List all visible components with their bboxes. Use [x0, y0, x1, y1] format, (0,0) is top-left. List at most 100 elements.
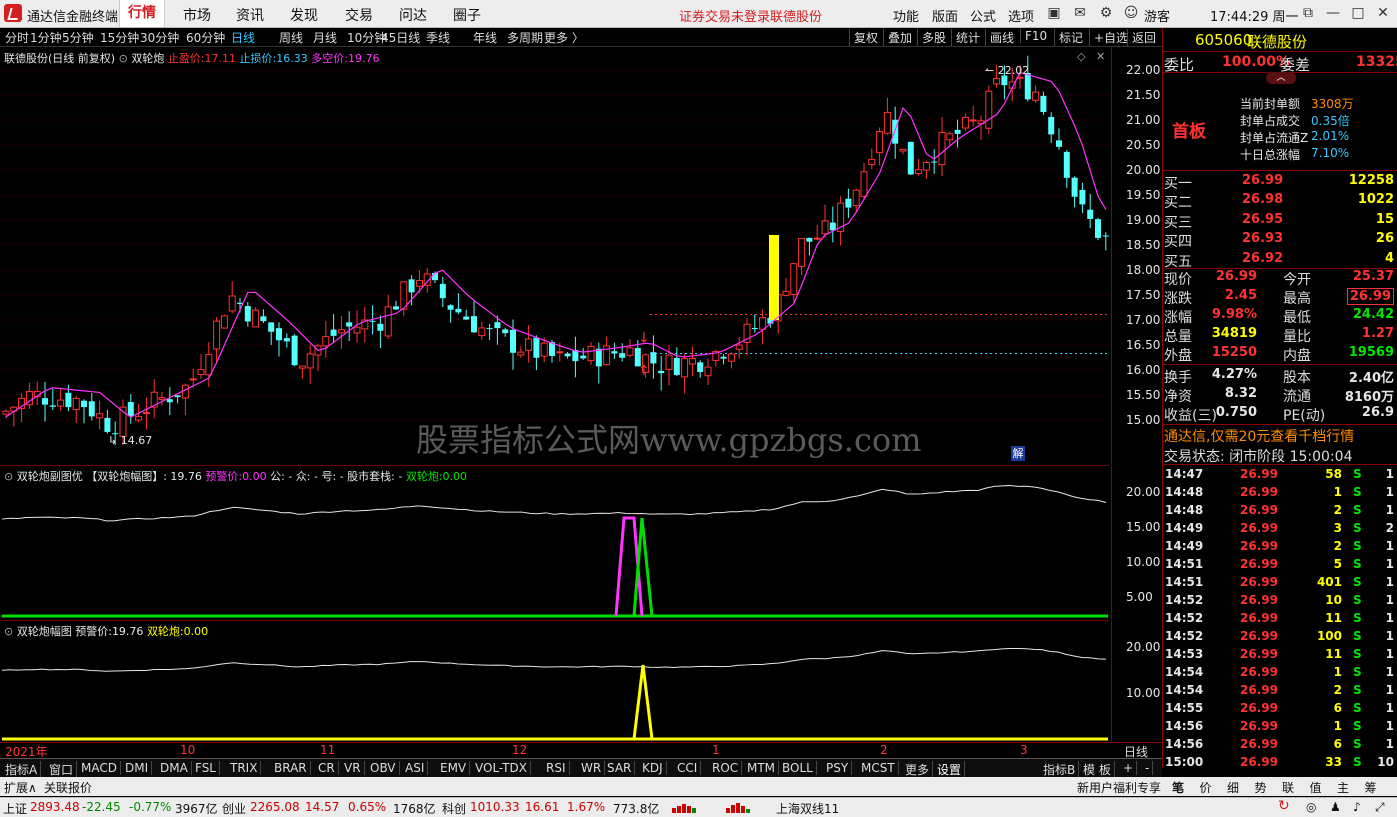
toolbar-action-2[interactable]: 多股: [917, 29, 946, 46]
panel-tab-0[interactable]: 笔: [1172, 779, 1184, 796]
indicator-tab-24[interactable]: 更多: [902, 761, 934, 778]
indicator-right-1[interactable]: 模 板: [1080, 761, 1115, 778]
period-5[interactable]: 60分钟: [186, 29, 225, 46]
sub-chart-1[interactable]: [0, 466, 1110, 620]
restore-icon[interactable]: ⧉: [1297, 2, 1319, 24]
period-13[interactable]: 多周期: [507, 29, 543, 46]
period-4[interactable]: 30分钟: [140, 29, 179, 46]
menu-function[interactable]: 功能: [893, 6, 919, 25]
sub1-title[interactable]: 双轮炮副图优: [17, 470, 83, 483]
globe-icon[interactable]: ◎: [1306, 800, 1316, 814]
indicator-tab-16[interactable]: SAR: [604, 761, 636, 775]
indicator-tab-5[interactable]: FSL: [192, 761, 220, 775]
period-12[interactable]: 年线: [473, 29, 497, 46]
period-0[interactable]: 分时: [5, 29, 29, 46]
indicator-tab-22[interactable]: PSY: [823, 761, 853, 775]
period-6[interactable]: 日线: [231, 29, 255, 46]
close-icon[interactable]: ✕: [1372, 2, 1394, 24]
indicator-tab-0[interactable]: 指标A: [2, 761, 42, 778]
user-name[interactable]: 游客: [1144, 6, 1170, 25]
toolbar-action-3[interactable]: 统计: [951, 29, 980, 46]
menu-layout[interactable]: 版面: [932, 6, 958, 25]
mail-icon[interactable]: ✉: [1069, 2, 1091, 24]
diamond-icon[interactable]: ◇: [1077, 50, 1085, 63]
settings-dot-icon[interactable]: ⊙: [4, 625, 13, 638]
sub2-title[interactable]: 双轮炮幅图: [17, 625, 72, 638]
nav-trade[interactable]: 交易: [345, 5, 373, 25]
indicator-tab-7[interactable]: BRAR: [271, 761, 311, 775]
indicator-tab-13[interactable]: VOL-TDX: [472, 761, 531, 775]
toolbar-action-4[interactable]: 画线: [985, 29, 1014, 46]
new-user-link[interactable]: 新用户福利专享: [1077, 779, 1161, 796]
indicator-tab-18[interactable]: CCI: [674, 761, 702, 775]
candlestick-chart[interactable]: ↓ ↑ ↼ 22.02 ↳ 14.67: [0, 47, 1110, 465]
indicator-tab-25[interactable]: 设置: [934, 761, 966, 778]
menu-formula[interactable]: 公式: [970, 6, 996, 25]
settings-dot-icon[interactable]: ⊙: [4, 470, 13, 483]
kc-index-label[interactable]: 科创: [442, 800, 466, 817]
nav-circle[interactable]: 圈子: [453, 5, 481, 25]
indicator-tab-9[interactable]: VR: [341, 761, 365, 775]
settings-dot-icon[interactable]: ⊙: [119, 52, 128, 65]
indicator-tab-12[interactable]: EMV: [437, 761, 471, 775]
indicator-tab-8[interactable]: CR: [315, 761, 339, 775]
settings-icon[interactable]: ⚙: [1095, 2, 1117, 24]
period-8[interactable]: 月线: [313, 29, 337, 46]
indicator-right-3[interactable]: -: [1142, 761, 1154, 775]
unlock-badge[interactable]: 解: [1011, 446, 1025, 461]
period-3[interactable]: 15分钟: [100, 29, 139, 46]
indicator-tab-4[interactable]: DMA: [157, 761, 192, 775]
collapse-chevron-icon[interactable]: ︿: [1266, 72, 1296, 84]
indicator-right-0[interactable]: 指标B: [1040, 761, 1080, 778]
indicator-tab-6[interactable]: TRIX: [227, 761, 262, 775]
toolbar-action-6[interactable]: 标记: [1054, 29, 1083, 46]
period-10[interactable]: 45日线: [381, 29, 420, 46]
toolbar-action-7[interactable]: +自选: [1089, 29, 1128, 46]
panel-tab-6[interactable]: 主: [1337, 779, 1349, 796]
nav-ask[interactable]: 问达: [399, 5, 427, 25]
indicator-tab-15[interactable]: WR: [578, 761, 606, 775]
panel-tab-2[interactable]: 细: [1227, 779, 1239, 796]
cy-index-label[interactable]: 创业: [222, 800, 246, 817]
panel-tab-3[interactable]: 势: [1255, 779, 1267, 796]
period-2[interactable]: 5分钟: [62, 29, 94, 46]
indicator-tab-11[interactable]: ASI: [402, 761, 429, 775]
panel-tab-4[interactable]: 联: [1282, 779, 1294, 796]
panel-tab-7[interactable]: 筹: [1365, 779, 1377, 796]
nav-discover[interactable]: 发现: [290, 5, 318, 25]
bell-icon[interactable]: ♪: [1353, 800, 1361, 814]
period-1[interactable]: 1分钟: [30, 29, 62, 46]
formula-name[interactable]: 双轮炮: [131, 52, 164, 65]
indicator-tab-1[interactable]: 窗口: [46, 761, 78, 778]
toolbar-action-5[interactable]: F10: [1020, 29, 1047, 43]
indicator-tab-14[interactable]: RSI: [543, 761, 570, 775]
person-icon[interactable]: ♟: [1330, 800, 1341, 814]
indicator-tab-17[interactable]: KDJ: [639, 761, 667, 775]
login-notice[interactable]: 证券交易未登录: [679, 6, 770, 25]
indicator-tab-20[interactable]: MTM: [744, 761, 780, 775]
nav-quotes[interactable]: 行情: [119, 0, 165, 27]
refresh-icon[interactable]: ↻: [1278, 798, 1290, 814]
expand-icon[interactable]: ⤢: [1375, 800, 1385, 815]
toolbar-action-1[interactable]: 叠加: [883, 29, 912, 46]
sub-chart-2-pane[interactable]: [0, 621, 1110, 743]
nav-news[interactable]: 资讯: [236, 5, 264, 25]
toolbar-action-8[interactable]: 返回: [1127, 29, 1156, 46]
indicator-tab-19[interactable]: ROC: [709, 761, 743, 775]
related-quotes-button[interactable]: 关联报价: [44, 779, 92, 796]
menu-options[interactable]: 选项: [1008, 6, 1034, 25]
main-chart-pane[interactable]: ↓ ↑ ↼ 22.02 ↳ 14.67: [0, 47, 1110, 466]
picture-icon[interactable]: ▣: [1043, 2, 1065, 24]
expand-button[interactable]: 扩展∧: [4, 779, 37, 796]
promo-link[interactable]: 通达信,仅需20元查看千档行情: [1164, 426, 1354, 446]
nav-market[interactable]: 市场: [183, 5, 211, 25]
minimize-icon[interactable]: —: [1322, 2, 1344, 24]
panel-tab-5[interactable]: 值: [1310, 779, 1322, 796]
panel-tab-1[interactable]: 价: [1200, 779, 1212, 796]
indicator-tab-23[interactable]: MCST: [858, 761, 899, 775]
sh-index-label[interactable]: 上证: [3, 800, 27, 817]
indicator-tab-3[interactable]: DMI: [122, 761, 153, 775]
period-7[interactable]: 周线: [279, 29, 303, 46]
maximize-icon[interactable]: □: [1347, 2, 1369, 24]
sub-chart-1-pane[interactable]: [0, 466, 1110, 621]
